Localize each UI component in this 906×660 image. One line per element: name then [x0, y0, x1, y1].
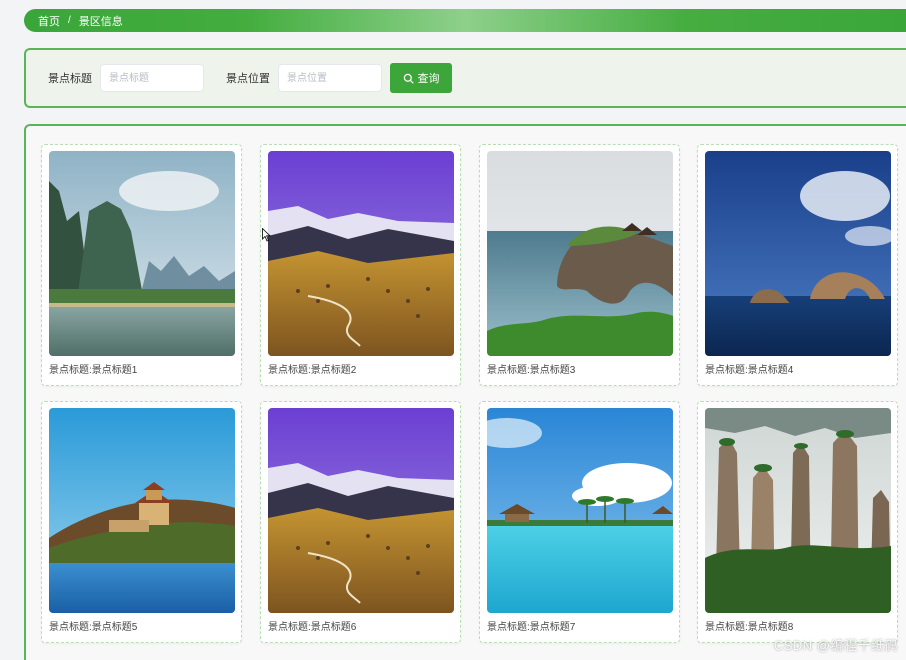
attraction-card[interactable]: 景点标题:景点标题1	[41, 144, 242, 386]
breadcrumb-current: 景区信息	[78, 15, 123, 28]
mouse-cursor-icon	[262, 228, 271, 242]
attraction-image[interactable]	[487, 151, 673, 356]
attraction-card[interactable]: 景点标题:景点标题6	[260, 401, 461, 643]
attraction-title: 景点标题:景点标题7	[487, 622, 576, 633]
attraction-card[interactable]: 景点标题:景点标题4	[697, 144, 898, 386]
attraction-image[interactable]	[487, 408, 673, 613]
attraction-card[interactable]: 景点标题:景点标题2	[260, 144, 461, 386]
attraction-title: 景点标题:景点标题4	[705, 365, 794, 376]
attraction-title: 景点标题:景点标题1	[49, 365, 138, 376]
attraction-image[interactable]	[268, 408, 454, 613]
search-panel: 景点标题 景点位置 查询	[24, 48, 906, 108]
search-button-label: 查询	[417, 73, 440, 85]
attraction-title: 景点标题:景点标题2	[268, 365, 357, 376]
attraction-grid: 景点标题:景点标题1 景点标题:景点标题2 景点标题:景点标题3 景点标题:景点…	[24, 124, 906, 660]
search-icon	[403, 73, 414, 84]
watermark: CSDN @编程千纸鹤	[773, 638, 898, 653]
attraction-title: 景点标题:景点标题6	[268, 622, 357, 633]
attraction-card[interactable]: 景点标题:景点标题5	[41, 401, 242, 643]
attraction-card[interactable]: 景点标题:景点标题3	[479, 144, 680, 386]
attraction-title: 景点标题:景点标题3	[487, 365, 576, 376]
breadcrumb-separator: /	[68, 15, 71, 26]
attraction-title: 景点标题:景点标题5	[49, 622, 138, 633]
title-field-label: 景点标题	[48, 73, 92, 85]
attraction-card[interactable]: 景点标题:景点标题8	[697, 401, 898, 643]
search-button[interactable]: 查询	[390, 63, 452, 93]
location-field-label: 景点位置	[226, 73, 270, 85]
attraction-image[interactable]	[268, 151, 454, 356]
attraction-card[interactable]: 景点标题:景点标题7	[479, 401, 680, 643]
attraction-title: 景点标题:景点标题8	[705, 622, 794, 633]
attraction-image[interactable]	[49, 151, 235, 356]
location-search-input[interactable]	[278, 64, 382, 92]
attraction-image[interactable]	[705, 151, 891, 356]
page: 首页 / 景区信息 景点标题 景点位置 查询	[0, 0, 906, 660]
breadcrumb: 首页 / 景区信息	[24, 9, 906, 32]
attraction-image[interactable]	[705, 408, 891, 613]
breadcrumb-home-link[interactable]: 首页	[38, 13, 60, 29]
attraction-image[interactable]	[49, 408, 235, 613]
title-search-input[interactable]	[100, 64, 204, 92]
